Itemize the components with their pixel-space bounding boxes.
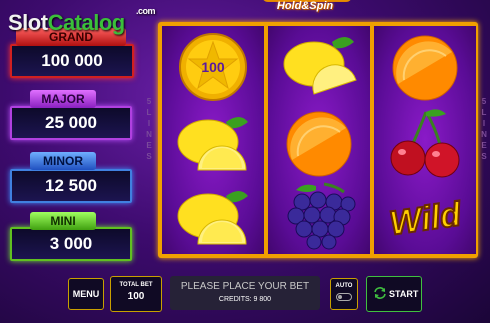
message-panel: PLEASE PLACE YOUR BET CREDITS: 9 800: [170, 276, 320, 310]
auto-label: AUTO: [335, 283, 353, 289]
coin-symbol: 100: [179, 33, 247, 101]
lemon-symbol: [283, 37, 357, 95]
coin-value: 100: [201, 59, 225, 75]
watermark-catalog: Catalog: [47, 10, 126, 35]
orange-symbol: [392, 35, 458, 101]
credits-display: CREDITS: 9 800: [218, 296, 272, 303]
cherry-symbol: [390, 109, 460, 178]
lemon-symbol: [177, 117, 248, 171]
lines-indicator-right: 5LINES: [481, 97, 487, 161]
grapes-symbol: [287, 182, 356, 250]
game-title: Hold&Spin: [276, 0, 334, 12]
watermark-com: .com: [136, 6, 156, 16]
mini-jackpot-value: 3 000: [10, 227, 132, 261]
reel-3: Wild: [374, 26, 476, 254]
total-bet-label: TOTAL BET: [119, 282, 153, 288]
message-text: PLEASE PLACE YOUR BET: [180, 281, 310, 292]
menu-button[interactable]: MENU: [68, 278, 104, 310]
total-bet-button[interactable]: TOTAL BET 100: [110, 276, 162, 312]
spin-arrows-icon: [374, 287, 386, 299]
slotcatalog-watermark: SlotCatalog .com: [8, 6, 156, 36]
start-label: START: [389, 289, 419, 299]
mini-jackpot-label: MINI: [30, 212, 96, 230]
grand-jackpot-value: 100 000: [10, 44, 134, 78]
major-jackpot-value: 25 000: [10, 106, 132, 140]
wild-symbol: Wild: [386, 194, 465, 244]
major-jackpot-label: MAJOR: [30, 90, 96, 108]
auto-toggle-icon: [336, 293, 352, 301]
start-button[interactable]: START: [366, 276, 422, 312]
lines-indicator-left: 5LINES: [146, 97, 152, 161]
reel-1: 100: [162, 26, 264, 254]
wild-text: Wild: [387, 195, 464, 243]
minor-jackpot-value: 12 500: [10, 169, 132, 203]
total-bet-value: 100: [127, 291, 145, 302]
auto-button[interactable]: AUTO: [330, 278, 358, 310]
reel-2: [268, 26, 370, 254]
reels-frame: 100 Wild: [158, 22, 478, 258]
watermark-slot: Slot: [8, 10, 48, 35]
lemon-symbol: [177, 191, 248, 245]
orange-symbol: [286, 111, 352, 177]
minor-jackpot-label: MINOR: [30, 152, 96, 170]
